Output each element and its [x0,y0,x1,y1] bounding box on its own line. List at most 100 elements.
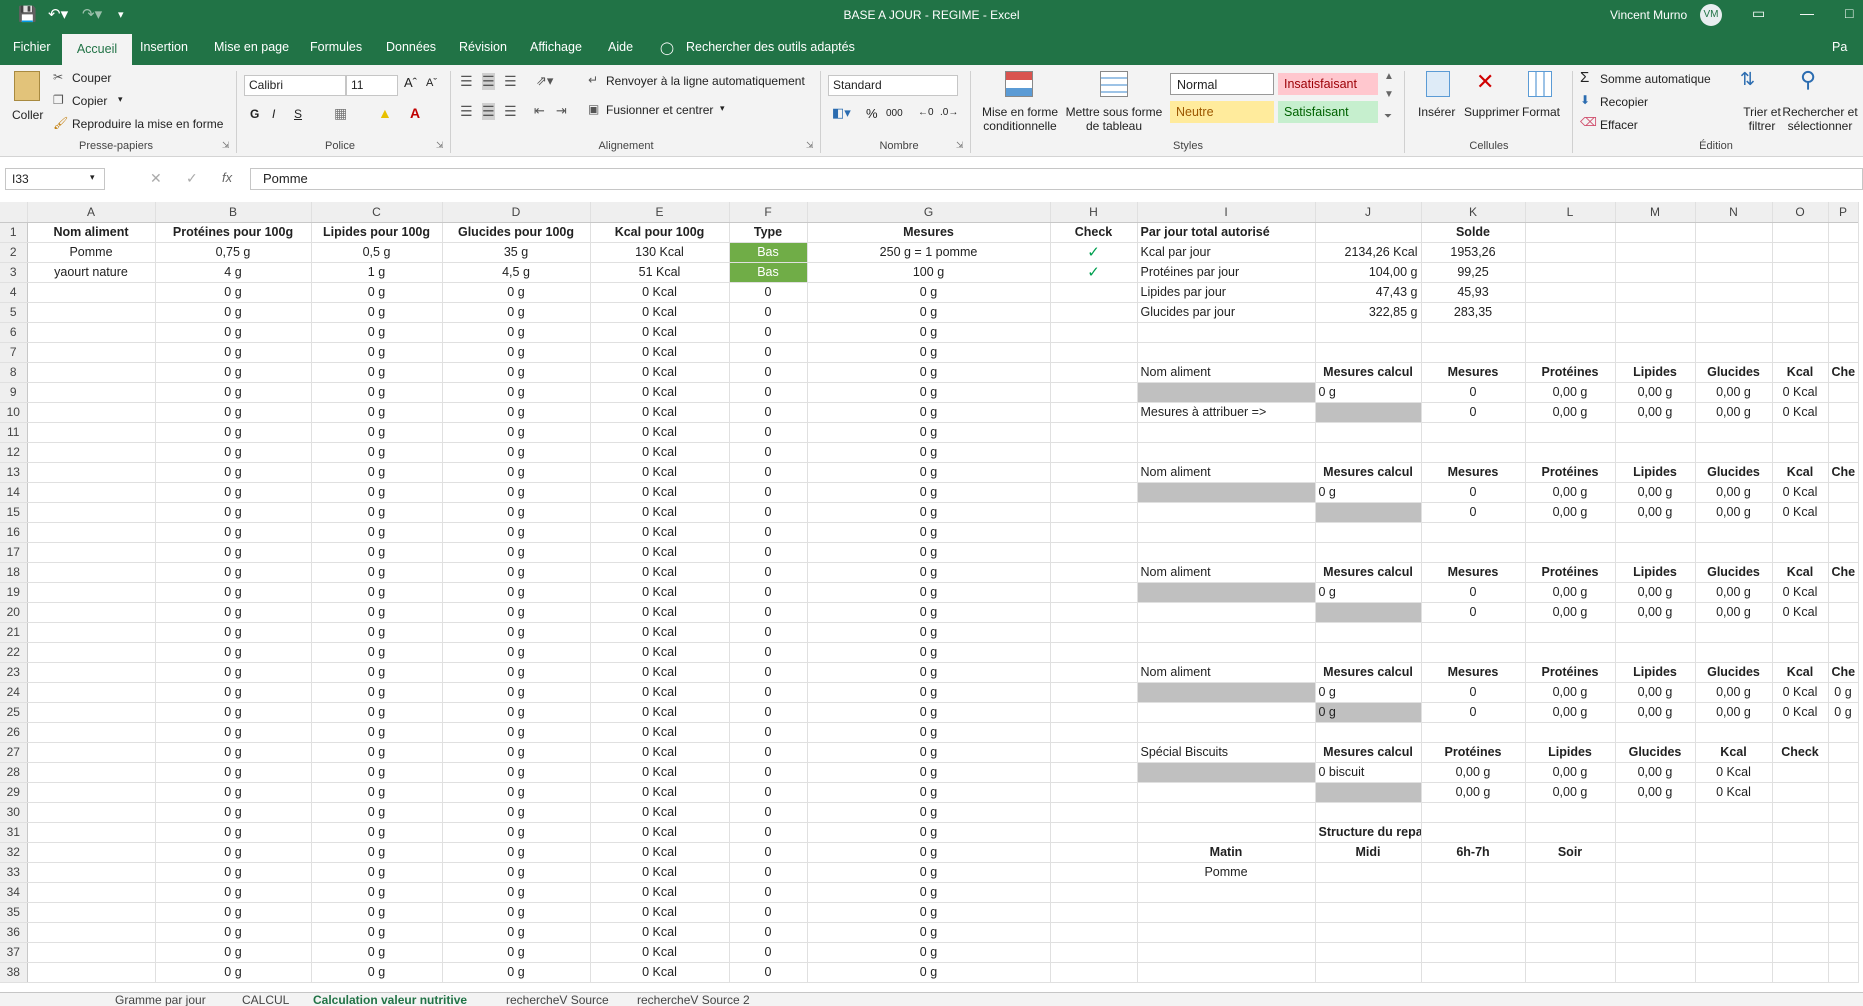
cell-b12[interactable]: 0 g [155,442,312,463]
cell-b2[interactable]: 0,75 g [155,242,312,263]
autosum-icon[interactable]: Σ [1580,69,1589,86]
row-header[interactable]: 4 [0,282,28,303]
cell-f20[interactable]: 0 [729,602,808,623]
cell-k28[interactable]: 0,00 g [1421,762,1526,783]
cell-i36[interactable] [1137,922,1316,943]
autosum-button[interactable]: Somme automatique [1600,72,1711,86]
increase-indent-icon[interactable]: ⇥ [556,103,567,119]
format-cells-button[interactable]: Format [1522,105,1560,119]
cell-n27[interactable]: Kcal [1695,742,1773,763]
cell-m14[interactable]: 0,00 g [1615,482,1696,503]
cell-m21[interactable] [1615,622,1696,643]
cell-n24[interactable]: 0,00 g [1695,682,1773,703]
cell-a6[interactable] [27,322,156,343]
cell-k25[interactable]: 0 [1421,702,1526,723]
cell-p10[interactable] [1828,402,1859,423]
cell-o26[interactable] [1772,722,1829,743]
cell-m37[interactable] [1615,942,1696,963]
cell-o3[interactable] [1772,262,1829,283]
cell-j29[interactable] [1315,782,1422,803]
column-header-i[interactable]: I [1137,202,1316,223]
cell-p32[interactable] [1828,842,1859,863]
cell-g25[interactable]: 0 g [807,702,1051,723]
cell-h29[interactable] [1050,782,1138,803]
cell-p19[interactable] [1828,582,1859,603]
align-bottom-icon[interactable]: ☰ [504,73,517,90]
cell-e27[interactable]: 0 Kcal [590,742,730,763]
cell-k20[interactable]: 0 [1421,602,1526,623]
cell-p28[interactable] [1828,762,1859,783]
cell-f27[interactable]: 0 [729,742,808,763]
row-header[interactable]: 1 [0,222,28,243]
row-header[interactable]: 14 [0,482,28,503]
cell-n22[interactable] [1695,642,1773,663]
cell-h10[interactable] [1050,402,1138,423]
cell-k19[interactable]: 0 [1421,582,1526,603]
cell-l38[interactable] [1525,962,1616,983]
row-header[interactable]: 12 [0,442,28,463]
cell-h3[interactable]: ✓ [1050,262,1138,283]
cell-b32[interactable]: 0 g [155,842,312,863]
cell-n2[interactable] [1695,242,1773,263]
cell-p34[interactable] [1828,882,1859,903]
cell-o12[interactable] [1772,442,1829,463]
cell-c13[interactable]: 0 g [311,462,443,483]
cell-c15[interactable]: 0 g [311,502,443,523]
cell-a37[interactable] [27,942,156,963]
chevron-down-icon[interactable]: ▾ [720,103,725,114]
cell-m34[interactable] [1615,882,1696,903]
cell-m18[interactable]: Lipides [1615,562,1696,583]
cell-d5[interactable]: 0 g [442,302,591,323]
thousands-separator-icon[interactable]: 000 [886,108,903,119]
cell-i35[interactable] [1137,902,1316,923]
cell-f7[interactable]: 0 [729,342,808,363]
cell-g12[interactable]: 0 g [807,442,1051,463]
cell-b34[interactable]: 0 g [155,882,312,903]
cell-g24[interactable]: 0 g [807,682,1051,703]
cell-j31[interactable]: Structure du repas [1315,822,1422,843]
cell-h9[interactable] [1050,382,1138,403]
cell-n31[interactable] [1695,822,1773,843]
cell-d19[interactable]: 0 g [442,582,591,603]
cell-n4[interactable] [1695,282,1773,303]
cell-p29[interactable] [1828,782,1859,803]
cell-m31[interactable] [1615,822,1696,843]
cell-f38[interactable]: 0 [729,962,808,983]
cell-h12[interactable] [1050,442,1138,463]
column-header-l[interactable]: L [1525,202,1616,223]
cell-j15[interactable] [1315,502,1422,523]
cell-i37[interactable] [1137,942,1316,963]
row-header[interactable]: 3 [0,262,28,283]
cell-l30[interactable] [1525,802,1616,823]
cell-f14[interactable]: 0 [729,482,808,503]
cell-d31[interactable]: 0 g [442,822,591,843]
cell-n15[interactable]: 0,00 g [1695,502,1773,523]
cell-i26[interactable] [1137,722,1316,743]
clear-icon[interactable]: ⌫ [1580,115,1597,129]
cell-c34[interactable]: 0 g [311,882,443,903]
cell-f17[interactable]: 0 [729,542,808,563]
cell-f19[interactable]: 0 [729,582,808,603]
enter-icon[interactable]: ✓ [186,170,198,187]
cell-o27[interactable]: Check [1772,742,1829,763]
tab-aide[interactable]: Aide [608,40,633,54]
cell-c27[interactable]: 0 g [311,742,443,763]
row-header[interactable]: 7 [0,342,28,363]
cell-l16[interactable] [1525,522,1616,543]
cell-p21[interactable] [1828,622,1859,643]
cell-k26[interactable] [1421,722,1526,743]
cell-d4[interactable]: 0 g [442,282,591,303]
cell-e37[interactable]: 0 Kcal [590,942,730,963]
cell-d14[interactable]: 0 g [442,482,591,503]
row-header[interactable]: 33 [0,862,28,883]
cell-o9[interactable]: 0 Kcal [1772,382,1829,403]
delete-cells-button[interactable]: Supprimer [1464,105,1519,119]
cell-d13[interactable]: 0 g [442,462,591,483]
cell-p12[interactable] [1828,442,1859,463]
column-header-n[interactable]: N [1695,202,1773,223]
currency-icon[interactable]: ◧▾ [832,105,851,121]
cell-b31[interactable]: 0 g [155,822,312,843]
cell-i10[interactable]: Mesures à attribuer => [1137,402,1316,423]
cell-e5[interactable]: 0 Kcal [590,302,730,323]
cell-n12[interactable] [1695,442,1773,463]
